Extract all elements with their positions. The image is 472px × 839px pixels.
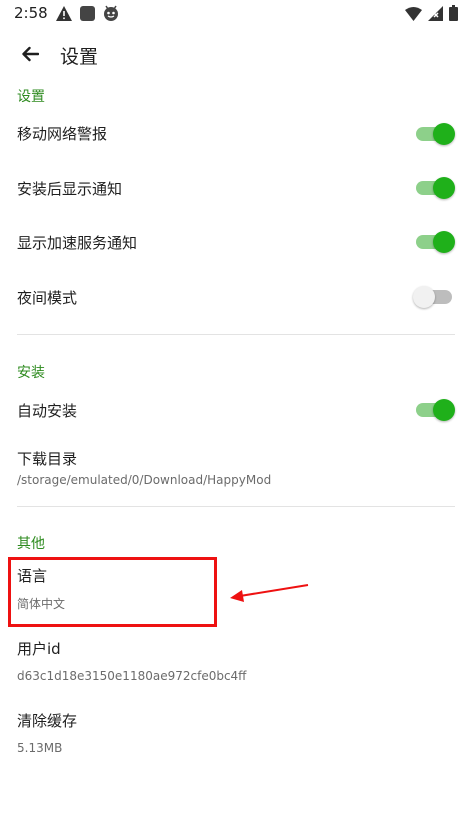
setting-label: 清除缓存	[17, 712, 78, 730]
setting-row-speed-notify[interactable]: 显示加速服务通知	[0, 220, 472, 264]
toggle-knob	[433, 399, 455, 421]
status-icons-left	[56, 5, 119, 25]
section-divider	[17, 506, 455, 507]
status-time: 2:58	[14, 4, 48, 22]
toggle-knob	[433, 177, 455, 199]
section-header-other: 其他	[17, 536, 45, 552]
setting-row-download-dir[interactable]: 下载目录 /storage/emulated/0/Download/HappyM…	[0, 440, 472, 496]
section-header-install: 安装	[17, 365, 45, 381]
setting-label: 自动安装	[17, 402, 78, 420]
page-title: 设置	[60, 46, 99, 68]
annotation-arrow	[228, 582, 310, 608]
setting-label: 下载目录	[17, 450, 78, 468]
status-icons-right	[405, 5, 458, 25]
back-button[interactable]	[12, 38, 48, 74]
speed-notify-toggle[interactable]	[416, 231, 455, 253]
highlight-box	[8, 557, 217, 627]
setting-row-auto-install[interactable]: 自动安装	[0, 388, 472, 432]
app-square-icon	[80, 5, 95, 25]
setting-row-mobile-alert[interactable]: 移动网络警报	[0, 112, 472, 156]
toggle-knob	[433, 231, 455, 253]
toolbar: 设置	[0, 28, 472, 84]
toggle-knob	[433, 123, 455, 145]
auto-install-toggle[interactable]	[416, 399, 455, 421]
setting-row-install-notify[interactable]: 安装后显示通知	[0, 166, 472, 210]
toggle-knob	[413, 286, 435, 308]
android-face-icon	[103, 5, 119, 25]
section-header-settings: 设置	[17, 89, 45, 105]
setting-row-night-mode[interactable]: 夜间模式	[0, 275, 472, 319]
setting-label: 安装后显示通知	[17, 180, 123, 198]
setting-label: 移动网络警报	[17, 125, 108, 143]
setting-label: 夜间模式	[17, 289, 78, 307]
mobile-alert-toggle[interactable]	[416, 123, 455, 145]
night-mode-toggle[interactable]	[413, 286, 452, 308]
arrow-left-icon	[21, 46, 40, 66]
download-dir-path: /storage/emulated/0/Download/HappyMod	[17, 473, 272, 487]
signal-icon	[428, 5, 443, 25]
setting-row-clear-cache[interactable]: 清除缓存 5.13MB	[0, 702, 472, 762]
setting-label: 用户id	[17, 640, 61, 658]
setting-row-user-id[interactable]: 用户id d63c1d18e3150e1180ae972cfe0bc4ff	[0, 630, 472, 690]
user-id-value: d63c1d18e3150e1180ae972cfe0bc4ff	[17, 669, 247, 683]
setting-label: 显示加速服务通知	[17, 234, 138, 252]
section-divider	[17, 334, 455, 335]
wifi-icon	[405, 6, 422, 25]
install-notify-toggle[interactable]	[416, 177, 455, 199]
warning-icon	[56, 5, 72, 25]
battery-icon	[449, 5, 458, 25]
cache-size-value: 5.13MB	[17, 741, 63, 755]
status-bar: 2:58	[0, 0, 472, 28]
